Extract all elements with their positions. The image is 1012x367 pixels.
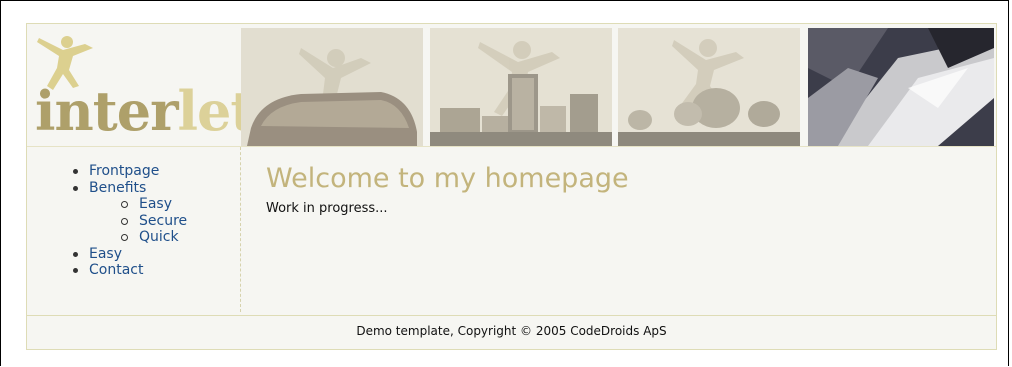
nav-link-easy[interactable]: Easy (89, 246, 122, 262)
nav-link-benefits[interactable]: Benefits (89, 180, 146, 196)
satellite-dishes-photo (618, 28, 800, 146)
nav-item-easy: Easy (71, 246, 187, 263)
nav-link-frontpage[interactable]: Frontpage (89, 163, 159, 179)
bird-feather-photo (808, 28, 994, 146)
uluru-photo (241, 28, 423, 146)
nav-link-contact[interactable]: Contact (89, 262, 143, 278)
circle-bullet-icon (121, 217, 128, 225)
nav-subitem-easy: Easy (121, 196, 187, 213)
circle-bullet-icon (121, 234, 128, 241)
nav-link-benefits-easy[interactable]: Easy (139, 196, 172, 212)
nav-list: Frontpage Benefits Easy Secure Quick Eas… (71, 163, 187, 279)
nav-item-contact: Contact (71, 262, 187, 279)
city-skyline-photo (430, 28, 612, 146)
site-logo[interactable]: interlet (27, 24, 255, 146)
footer-copyright: Demo template, Copyright © 2005 CodeDroi… (356, 324, 667, 338)
footer-divider (27, 315, 996, 316)
page-body-text: Work in progress... (266, 201, 388, 216)
bullet-icon (73, 185, 78, 191)
logo-wordmark: interlet (35, 84, 255, 138)
circle-bullet-icon (121, 201, 128, 208)
nav-sublist-benefits: Easy Secure Quick (121, 196, 187, 246)
page-title: Welcome to my homepage (266, 163, 629, 194)
nav-item-frontpage: Frontpage (71, 163, 187, 180)
bullet-icon (73, 251, 78, 257)
nav-link-benefits-secure[interactable]: Secure (139, 213, 187, 229)
nav-item-benefits: Benefits Easy Secure Quick (71, 180, 187, 246)
nav-link-benefits-quick[interactable]: Quick (139, 229, 179, 245)
logo-text-part1: inter (35, 79, 179, 143)
sidebar-navigation: Frontpage Benefits Easy Secure Quick Eas… (27, 147, 241, 312)
page-container: interlet Frontpage Benefits Easy Secure … (26, 23, 997, 350)
nav-subitem-secure: Secure (121, 213, 187, 230)
bullet-icon (73, 169, 78, 174)
nav-subitem-quick: Quick (121, 229, 187, 246)
bullet-icon (73, 268, 78, 273)
